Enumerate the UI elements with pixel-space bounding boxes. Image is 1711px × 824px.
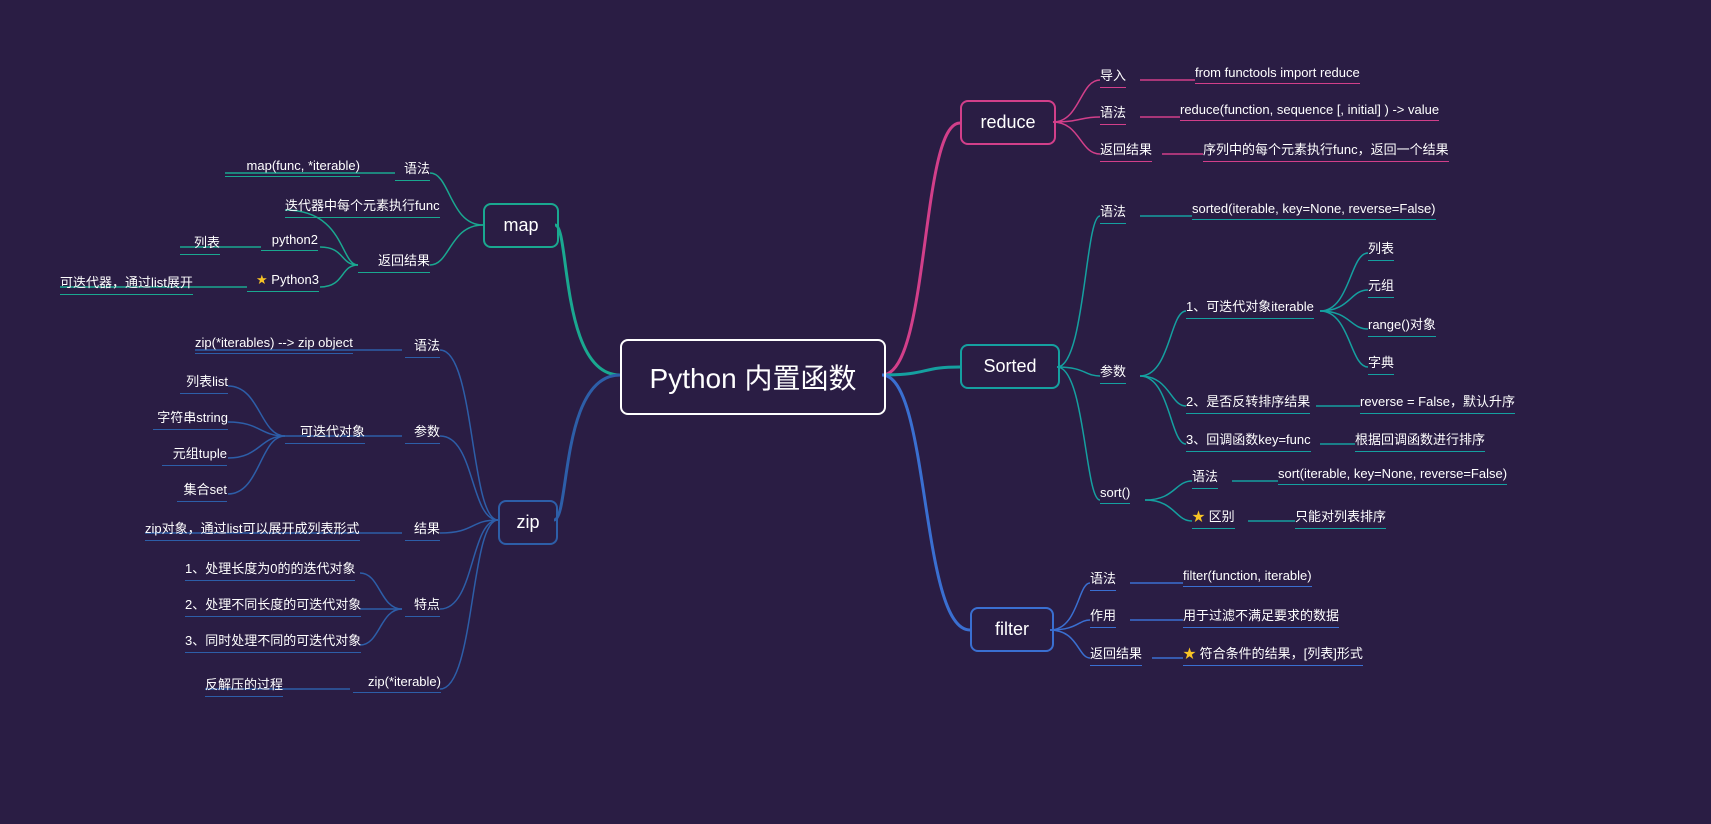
sorted-p1-label: 1、可迭代对象iterable — [1186, 296, 1314, 319]
root-node[interactable]: Python 内置函数 — [620, 339, 886, 415]
zip-param-item-3: 集合set — [177, 479, 227, 502]
zip-param-label: 参数 — [405, 421, 440, 444]
zip-param-item-0: 列表list — [180, 371, 228, 394]
filter-role-label: 作用 — [1090, 605, 1116, 628]
branch-filter[interactable]: filter — [970, 607, 1054, 652]
filter-return-value: 符合条件的结果，[列表]形式 — [1183, 643, 1363, 666]
sorted-sort-label: sort() — [1100, 485, 1130, 504]
sorted-p3-label: 3、回调函数key=func — [1186, 429, 1311, 452]
sorted-syntax-label: 语法 — [1100, 201, 1126, 224]
map-return-sub1: 迭代器中每个元素执行func — [285, 195, 440, 218]
branch-map[interactable]: map — [483, 203, 559, 248]
map-return-sub3-label: Python3 — [247, 272, 319, 292]
zip-feature-1: 2、处理不同长度的可迭代对象 — [185, 594, 361, 617]
sorted-sort-syntax-value: sort(iterable, key=None, reverse=False) — [1278, 466, 1507, 485]
zip-syntax-value: zip(*iterables) --> zip object — [195, 335, 353, 354]
sorted-param-label: 参数 — [1100, 361, 1126, 384]
reduce-syntax-label: 语法 — [1100, 102, 1126, 125]
branch-zip[interactable]: zip — [498, 500, 558, 545]
zip-result-value: zip对象，通过list可以展开成列表形式 — [145, 518, 360, 541]
filter-return-label: 返回结果 — [1090, 643, 1142, 666]
filter-role-value: 用于过滤不满足要求的数据 — [1183, 605, 1339, 628]
map-return-sub2-value: 列表 — [180, 232, 220, 255]
sorted-sort-diff-label: 区别 — [1192, 506, 1235, 529]
sorted-p1-item-0: 列表 — [1368, 238, 1394, 261]
zip-feature-label: 特点 — [405, 594, 440, 617]
filter-syntax-label: 语法 — [1090, 568, 1116, 591]
zip-feature-0: 1、处理长度为0的的迭代对象 — [185, 558, 355, 581]
map-syntax-value: map(func, *iterable) — [225, 158, 360, 177]
map-return-sub3-value: 可迭代器，通过list展开 — [60, 272, 193, 295]
sorted-p1-item-2: range()对象 — [1368, 314, 1436, 337]
map-return-label: 返回结果 — [358, 250, 430, 273]
sorted-p2-value: reverse = False，默认升序 — [1360, 391, 1515, 414]
map-syntax-label: 语法 — [395, 158, 430, 181]
zip-syntax-label: 语法 — [405, 335, 440, 358]
reduce-return-value: 序列中的每个元素执行func，返回一个结果 — [1203, 139, 1449, 162]
mindmap-canvas: Python 内置函数 map 语法 map(func, *iterable) … — [0, 0, 1711, 824]
reduce-import-value: from functools import reduce — [1195, 65, 1360, 84]
zip-result-label: 结果 — [405, 518, 440, 541]
branch-reduce[interactable]: reduce — [960, 100, 1056, 145]
zip-param-sub-label: 可迭代对象 — [285, 421, 365, 444]
branch-sorted[interactable]: Sorted — [960, 344, 1060, 389]
filter-syntax-value: filter(function, iterable) — [1183, 568, 1312, 587]
zip-param-item-1: 字符串string — [153, 407, 228, 430]
map-return-sub2-label: python2 — [261, 232, 318, 251]
sorted-p3-value: 根据回调函数进行排序 — [1355, 429, 1485, 452]
sorted-p2-label: 2、是否反转排序结果 — [1186, 391, 1310, 414]
zip-unzip-value: 反解压的过程 — [205, 674, 283, 697]
reduce-import-label: 导入 — [1100, 65, 1126, 88]
sorted-sort-syntax-label: 语法 — [1192, 466, 1218, 489]
sorted-syntax-value: sorted(iterable, key=None, reverse=False… — [1192, 201, 1436, 220]
zip-param-item-2: 元组tuple — [162, 443, 227, 466]
sorted-sort-diff-value: 只能对列表排序 — [1295, 506, 1386, 529]
sorted-p1-item-1: 元组 — [1368, 275, 1394, 298]
sorted-p1-item-3: 字典 — [1368, 352, 1394, 375]
reduce-return-label: 返回结果 — [1100, 139, 1152, 162]
zip-unzip-label: zip(*iterable) — [353, 674, 441, 693]
reduce-syntax-value: reduce(function, sequence [, initial] ) … — [1180, 102, 1439, 121]
zip-feature-2: 3、同时处理不同的可迭代对象 — [185, 630, 361, 653]
